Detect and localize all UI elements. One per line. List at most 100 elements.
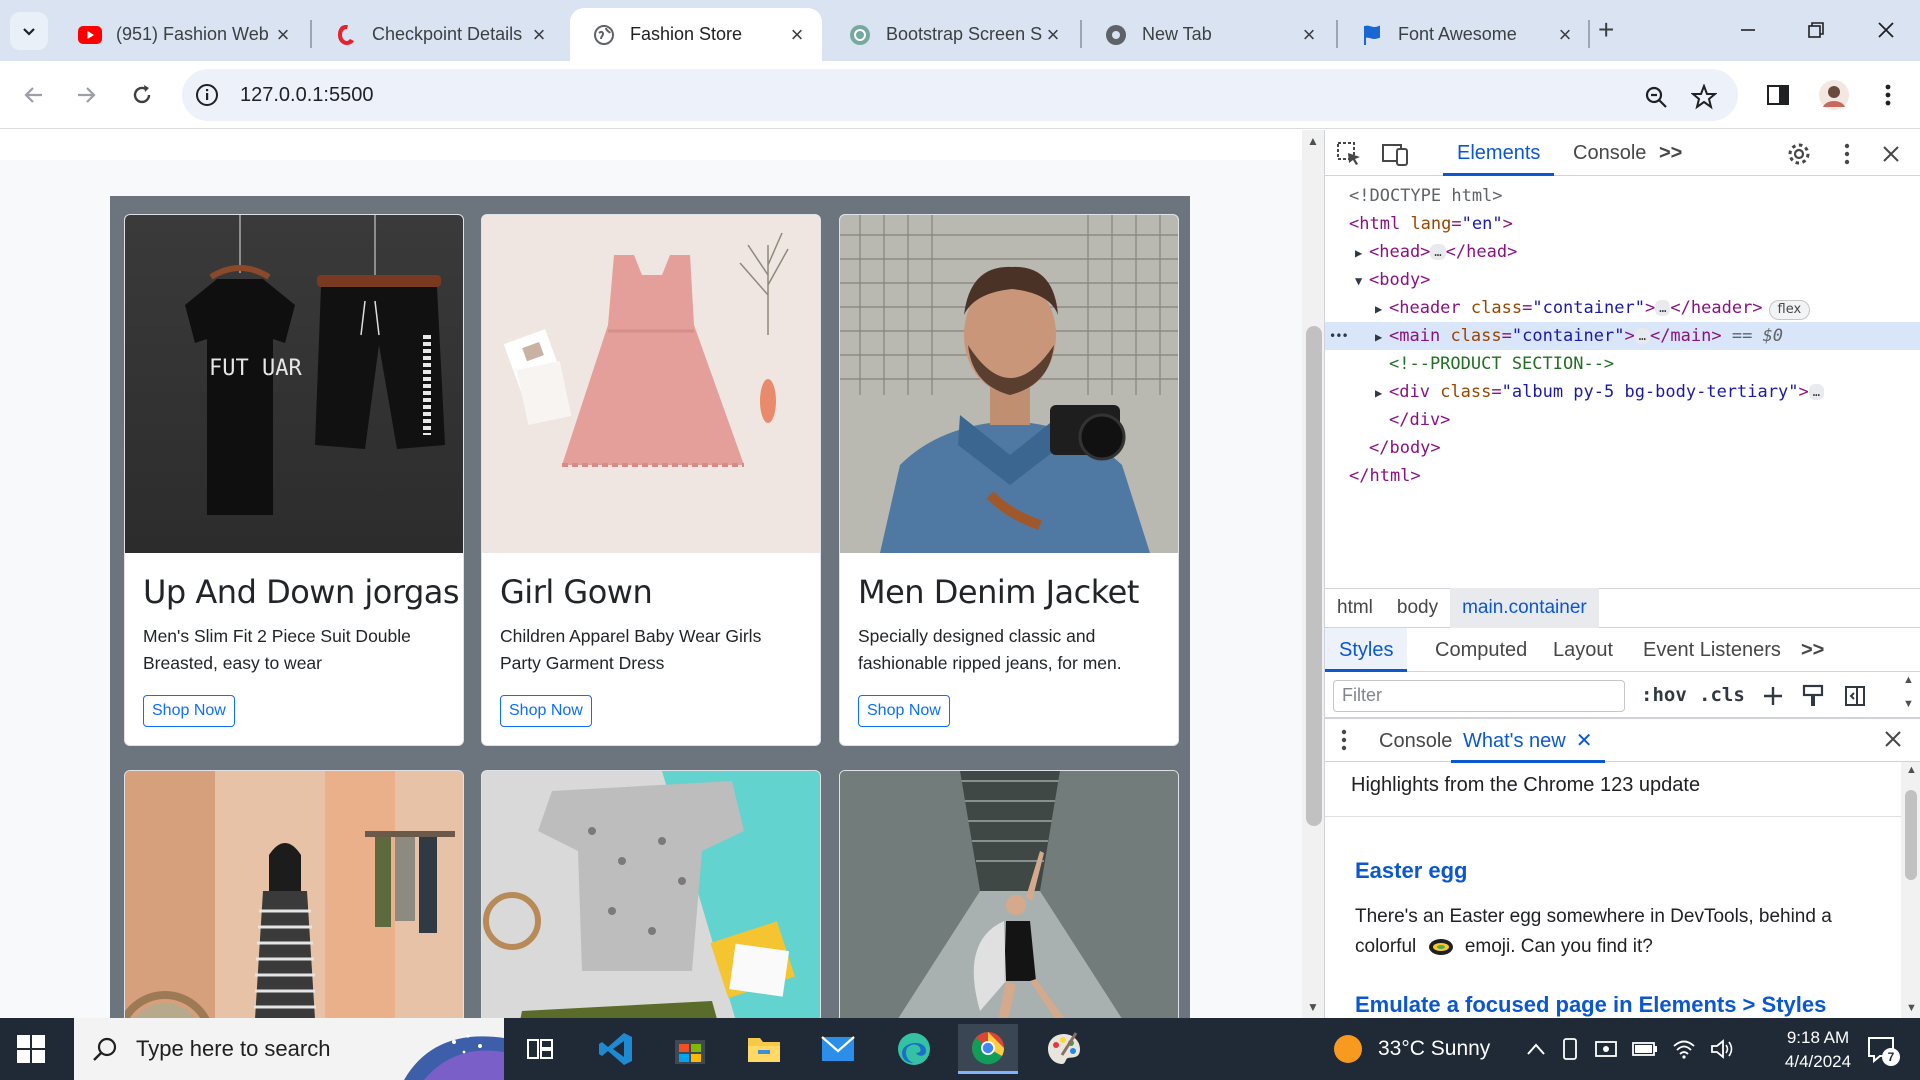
scroll-down-arrow-icon[interactable]: ▼ bbox=[1307, 1000, 1319, 1014]
page-scrollbar[interactable]: ▲ ▼ bbox=[1302, 130, 1324, 1018]
cls-button[interactable]: .cls bbox=[1699, 684, 1745, 706]
tab-bootstrap[interactable]: Bootstrap Screen S × bbox=[826, 8, 1078, 61]
tab-font-awesome[interactable]: Font Awesome × bbox=[1338, 8, 1590, 61]
minimize-button[interactable] bbox=[1718, 10, 1778, 50]
close-drawer-icon[interactable] bbox=[1883, 729, 1903, 754]
taskbar-search-box[interactable]: Type here to search bbox=[74, 1018, 504, 1080]
inspect-element-icon[interactable] bbox=[1335, 140, 1363, 168]
drawer-tab-console[interactable]: Console bbox=[1367, 719, 1464, 763]
volume-icon[interactable] bbox=[1710, 1039, 1734, 1059]
tab-new-tab[interactable]: New Tab × bbox=[1082, 8, 1334, 61]
windows-start-icon[interactable] bbox=[16, 1034, 46, 1064]
filter-input[interactable]: Filter bbox=[1333, 680, 1625, 712]
close-icon[interactable]: × bbox=[786, 23, 808, 46]
scroll-up-arrow-icon[interactable]: ▲ bbox=[1307, 134, 1319, 148]
dom-line-header[interactable]: ▶ <header class="container">… </header> fle… bbox=[1325, 294, 1920, 322]
info-icon[interactable] bbox=[194, 82, 220, 108]
paint-brush-icon[interactable] bbox=[1799, 682, 1827, 710]
emulate-focused-page-link[interactable]: Emulate a focused page in Elements > Sty… bbox=[1355, 992, 1826, 1018]
shop-now-button[interactable]: Shop Now bbox=[500, 695, 592, 727]
kebab-menu-icon[interactable] bbox=[1341, 729, 1347, 756]
devtools-tab-elements[interactable]: Elements bbox=[1443, 130, 1555, 176]
expand-triangle-icon[interactable]: ▶ bbox=[1355, 239, 1369, 267]
window-close-button[interactable] bbox=[1856, 10, 1916, 50]
reload-button[interactable] bbox=[126, 79, 158, 111]
tab-styles[interactable]: Styles bbox=[1325, 628, 1408, 672]
scroll-down-arrow-icon[interactable]: ▼ bbox=[1903, 698, 1914, 710]
dom-line-head[interactable]: ▶ <head>… </head> bbox=[1325, 238, 1920, 266]
tab-checkpoint[interactable]: Checkpoint Details × bbox=[312, 8, 564, 61]
close-icon[interactable]: × bbox=[272, 23, 294, 46]
side-panel-icon[interactable] bbox=[1762, 79, 1794, 111]
dom-line-album-div[interactable]: ▶ <div class="album py-5 bg-body-tertiary… bbox=[1325, 378, 1920, 406]
dom-line-div-close[interactable]: </div> bbox=[1325, 406, 1920, 434]
dom-line-doctype[interactable]: <!DOCTYPE html> bbox=[1325, 182, 1920, 210]
ellipsis-badge[interactable]: … bbox=[1808, 384, 1824, 400]
expand-triangle-icon[interactable]: ▶ bbox=[1375, 379, 1389, 407]
plus-icon[interactable] bbox=[1759, 682, 1787, 710]
gear-icon[interactable] bbox=[1785, 140, 1813, 168]
ellipsis-badge[interactable]: … bbox=[1430, 244, 1446, 260]
close-icon[interactable]: × bbox=[1042, 23, 1064, 46]
easter-egg-link[interactable]: Easter egg bbox=[1355, 858, 1468, 884]
mail-icon[interactable] bbox=[808, 1024, 868, 1074]
expand-triangle-icon[interactable]: ▶ bbox=[1375, 295, 1389, 323]
tab-fashion-store[interactable]: Fashion Store × bbox=[570, 8, 822, 61]
row-more-icon[interactable]: ••• bbox=[1329, 322, 1349, 350]
wifi-icon[interactable] bbox=[1672, 1039, 1696, 1059]
weather-widget[interactable]: 33°C Sunny bbox=[1332, 1018, 1490, 1080]
ellipsis-badge[interactable]: … bbox=[1655, 300, 1671, 316]
dom-line-html[interactable]: <html lang="en"> bbox=[1325, 210, 1920, 238]
meet-now-icon[interactable] bbox=[1594, 1038, 1618, 1060]
close-icon[interactable] bbox=[1877, 140, 1905, 168]
more-tabs-icon[interactable]: >> bbox=[1787, 628, 1838, 672]
dom-line-comment[interactable]: <!--PRODUCT SECTION--> bbox=[1325, 350, 1920, 378]
paint-palette-icon[interactable] bbox=[1034, 1024, 1094, 1074]
tab-search-button[interactable] bbox=[10, 12, 48, 50]
profile-avatar[interactable] bbox=[1818, 79, 1850, 111]
close-icon[interactable]: × bbox=[1554, 23, 1576, 46]
battery-icon[interactable] bbox=[1632, 1041, 1658, 1057]
hov-button[interactable]: :hov bbox=[1641, 684, 1687, 706]
notifications-button[interactable]: 7 bbox=[1866, 1034, 1900, 1069]
dom-line-body-close[interactable]: </body> bbox=[1325, 434, 1920, 462]
expand-triangle-icon[interactable]: ▶ bbox=[1375, 323, 1389, 351]
file-explorer-icon[interactable] bbox=[734, 1024, 794, 1074]
collapse-triangle-icon[interactable]: ▼ bbox=[1355, 267, 1369, 295]
chrome-icon[interactable] bbox=[958, 1024, 1018, 1074]
scroll-down-arrow-icon[interactable]: ▼ bbox=[1906, 1002, 1917, 1014]
dom-line-body[interactable]: ▼ <body> bbox=[1325, 266, 1920, 294]
drawer-tab-whats-new[interactable]: What's new ✕ bbox=[1451, 719, 1605, 763]
kebab-menu-icon[interactable] bbox=[1833, 140, 1861, 168]
microsoft-store-icon[interactable] bbox=[660, 1024, 720, 1074]
chevron-up-icon[interactable] bbox=[1526, 1042, 1546, 1056]
dom-line-html-close[interactable]: </html> bbox=[1325, 462, 1920, 490]
breadcrumb-item-html[interactable]: html bbox=[1325, 588, 1385, 628]
back-button[interactable] bbox=[18, 79, 50, 111]
edge-icon[interactable] bbox=[884, 1024, 944, 1074]
phone-link-icon[interactable] bbox=[1560, 1037, 1580, 1061]
scroll-up-arrow-icon[interactable]: ▲ bbox=[1903, 674, 1914, 686]
ellipsis-badge[interactable]: … bbox=[1634, 328, 1650, 344]
tab-youtube[interactable]: (951) Fashion Web × bbox=[56, 8, 308, 61]
sidebar-toggle-icon[interactable] bbox=[1841, 682, 1869, 710]
browser-menu-icon[interactable] bbox=[1872, 79, 1904, 111]
close-icon[interactable]: × bbox=[1298, 23, 1320, 46]
restore-button[interactable] bbox=[1786, 10, 1846, 50]
shop-now-button[interactable]: Shop Now bbox=[143, 695, 235, 727]
bookmark-star-icon[interactable] bbox=[1690, 83, 1718, 111]
vscode-icon[interactable] bbox=[586, 1024, 646, 1074]
new-tab-button[interactable]: + bbox=[1598, 14, 1614, 46]
close-icon[interactable]: × bbox=[528, 23, 550, 46]
zoom-icon[interactable] bbox=[1642, 83, 1670, 111]
flex-badge[interactable]: flex bbox=[1768, 300, 1811, 320]
close-icon[interactable]: ✕ bbox=[1576, 730, 1593, 752]
dom-line-main-selected[interactable]: ••• ▶ <main class="container">… </main> == … bbox=[1325, 322, 1920, 350]
breadcrumb-item-body[interactable]: body bbox=[1385, 588, 1450, 628]
device-toolbar-icon[interactable] bbox=[1381, 140, 1409, 168]
page-scrollbar-thumb[interactable] bbox=[1306, 326, 1322, 826]
tab-event-listeners[interactable]: Event Listeners bbox=[1629, 628, 1795, 672]
shop-now-button[interactable]: Shop Now bbox=[858, 695, 950, 727]
scroll-up-arrow-icon[interactable]: ▲ bbox=[1906, 764, 1917, 776]
task-view-icon[interactable] bbox=[510, 1024, 570, 1074]
